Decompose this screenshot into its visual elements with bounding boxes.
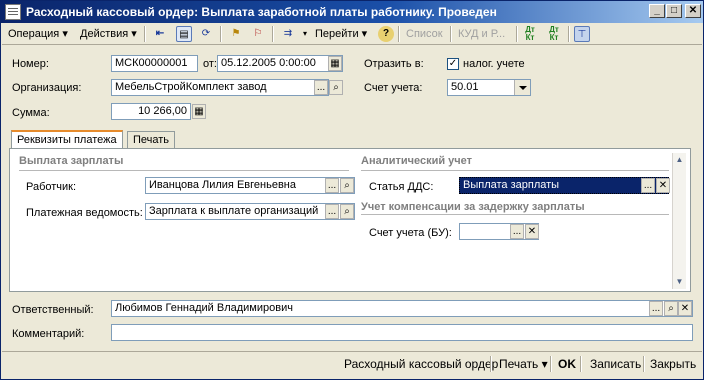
- dt-kt-icon[interactable]: Дт Кт: [522, 26, 538, 42]
- toolbar-separator: [490, 356, 492, 372]
- toolbar-separator: [516, 26, 518, 42]
- toolbar-separator: [450, 26, 452, 42]
- number-label: Номер:: [12, 58, 49, 70]
- employee-select-button[interactable]: ...: [325, 178, 339, 193]
- dds-label: Статья ДДС:: [369, 181, 434, 193]
- dt-kt-tax-icon[interactable]: Дт Кт: [546, 26, 562, 42]
- bu-account-label: Счет учета (БУ):: [369, 227, 452, 239]
- print-form-button[interactable]: Расходный кассовый ордер: [344, 357, 498, 371]
- reflect-label: Отразить в:: [364, 58, 424, 70]
- based-on-dropdown-icon[interactable]: ▾: [297, 26, 313, 42]
- payroll-search-icon[interactable]: ⌕: [340, 204, 354, 219]
- sum-label: Сумма:: [12, 107, 50, 119]
- document-icon: [5, 4, 21, 20]
- comment-field[interactable]: [111, 324, 693, 341]
- tax-accounting-label: налог. учете: [463, 58, 525, 70]
- organization-field[interactable]: МебельСтройКомплект завод: [111, 79, 329, 96]
- goto-menu[interactable]: Перейти ▾: [315, 25, 367, 43]
- analytics-section-heading: Аналитический учет: [361, 155, 473, 167]
- tax-accounting-checkbox[interactable]: ✓: [447, 58, 459, 70]
- section-divider: [361, 214, 669, 215]
- section-divider: [19, 170, 349, 171]
- dds-select-button[interactable]: ...: [641, 178, 655, 193]
- toolbar-separator: [580, 356, 582, 372]
- calendar-icon[interactable]: ▦: [328, 56, 342, 71]
- date-label: от:: [203, 58, 217, 70]
- minimize-button[interactable]: _: [649, 4, 665, 18]
- save-button[interactable]: Записать: [590, 357, 641, 371]
- calculator-icon[interactable]: ▦: [192, 104, 206, 119]
- actions-menu[interactable]: Действия ▾: [80, 25, 137, 43]
- settings-icon[interactable]: ⊤: [574, 26, 590, 42]
- post-icon[interactable]: ⚑: [228, 26, 244, 42]
- responsible-label: Ответственный:: [12, 304, 94, 316]
- toolbar-separator: [550, 356, 552, 372]
- organization-search-icon[interactable]: ⌕: [329, 80, 343, 95]
- date-field[interactable]: 05.12.2005 0:00:00: [217, 55, 343, 72]
- tab-payment-details[interactable]: Реквизиты платежа: [11, 130, 123, 149]
- based-on-icon[interactable]: ⇉: [280, 26, 296, 42]
- scroll-down-icon[interactable]: ▼: [673, 275, 686, 288]
- unpost-icon[interactable]: ⚐: [250, 26, 266, 42]
- bu-account-select-button[interactable]: ...: [510, 224, 524, 239]
- compensation-section-heading: Учет компенсации за задержку зарплаты: [361, 201, 585, 213]
- toolbar-separator: [568, 26, 570, 42]
- organization-label: Организация:: [12, 82, 82, 94]
- responsible-search-icon[interactable]: ⌕: [664, 301, 678, 316]
- employee-field[interactable]: Иванцова Лилия Евгеньевна: [145, 177, 355, 194]
- employee-label: Работчик:: [26, 181, 77, 193]
- ok-button[interactable]: OK: [558, 357, 576, 371]
- responsible-select-button[interactable]: ...: [649, 301, 663, 316]
- payroll-select-button[interactable]: ...: [325, 204, 339, 219]
- section-divider: [361, 170, 669, 171]
- salary-section-heading: Выплата зарплаты: [19, 155, 124, 167]
- structure-icon[interactable]: ▤: [176, 26, 192, 42]
- number-field[interactable]: МСК00000001: [111, 55, 198, 72]
- window-title: Расходный кассовый ордер: Выплата зарабо…: [26, 5, 497, 19]
- toolbar-separator: [272, 26, 274, 42]
- toolbar-separator: [398, 26, 400, 42]
- responsible-field[interactable]: Любимов Геннадий Владимирович: [111, 300, 693, 317]
- bu-account-clear-icon[interactable]: ✕: [525, 224, 539, 239]
- print-menu-button[interactable]: Печать ▾: [499, 357, 548, 371]
- toolbar-separator: [220, 26, 222, 42]
- scroll-up-icon[interactable]: ▲: [673, 153, 686, 166]
- comment-label: Комментарий:: [12, 328, 85, 340]
- close-button[interactable]: Закрыть: [650, 357, 696, 371]
- chevron-down-icon[interactable]: [514, 80, 530, 95]
- post-and-back-icon[interactable]: ⇤: [152, 26, 168, 42]
- dds-clear-icon[interactable]: ✕: [656, 178, 670, 193]
- toolbar: Операция ▾ Действия ▾ ⇤ ▤ ⟳ ⚑ ⚐ ⇉ ▾ Пере…: [2, 23, 702, 45]
- kud-button[interactable]: КУД и Р...: [458, 25, 505, 43]
- organization-select-button[interactable]: ...: [314, 80, 328, 95]
- responsible-clear-icon[interactable]: ✕: [678, 301, 692, 316]
- sum-field[interactable]: 10 266,00: [111, 103, 191, 120]
- maximize-button[interactable]: □: [666, 4, 682, 18]
- operation-menu[interactable]: Операция ▾: [8, 25, 68, 43]
- list-button[interactable]: Список: [406, 25, 443, 43]
- toolbar-separator: [643, 356, 645, 372]
- refresh-icon[interactable]: ⟳: [198, 26, 214, 42]
- close-window-button[interactable]: ✕: [685, 4, 701, 18]
- vertical-scrollbar[interactable]: ▲ ▼: [672, 153, 686, 289]
- dds-field[interactable]: Выплата зарплаты: [459, 177, 669, 194]
- payroll-field[interactable]: Зарплата к выплате организаций: [145, 203, 355, 220]
- payroll-label: Платежная ведомость:: [26, 207, 143, 219]
- bottom-action-bar: Расходный кассовый ордер Печать ▾ OK Зап…: [2, 351, 702, 377]
- employee-search-icon[interactable]: ⌕: [340, 178, 354, 193]
- toolbar-separator: [144, 26, 146, 42]
- account-label: Счет учета:: [364, 82, 423, 94]
- tab-print[interactable]: Печать: [127, 131, 176, 149]
- help-icon[interactable]: ?: [378, 26, 394, 42]
- document-window: Расходный кассовый ордер: Выплата зарабо…: [0, 0, 704, 380]
- title-bar: Расходный кассовый ордер: Выплата зарабо…: [1, 1, 703, 23]
